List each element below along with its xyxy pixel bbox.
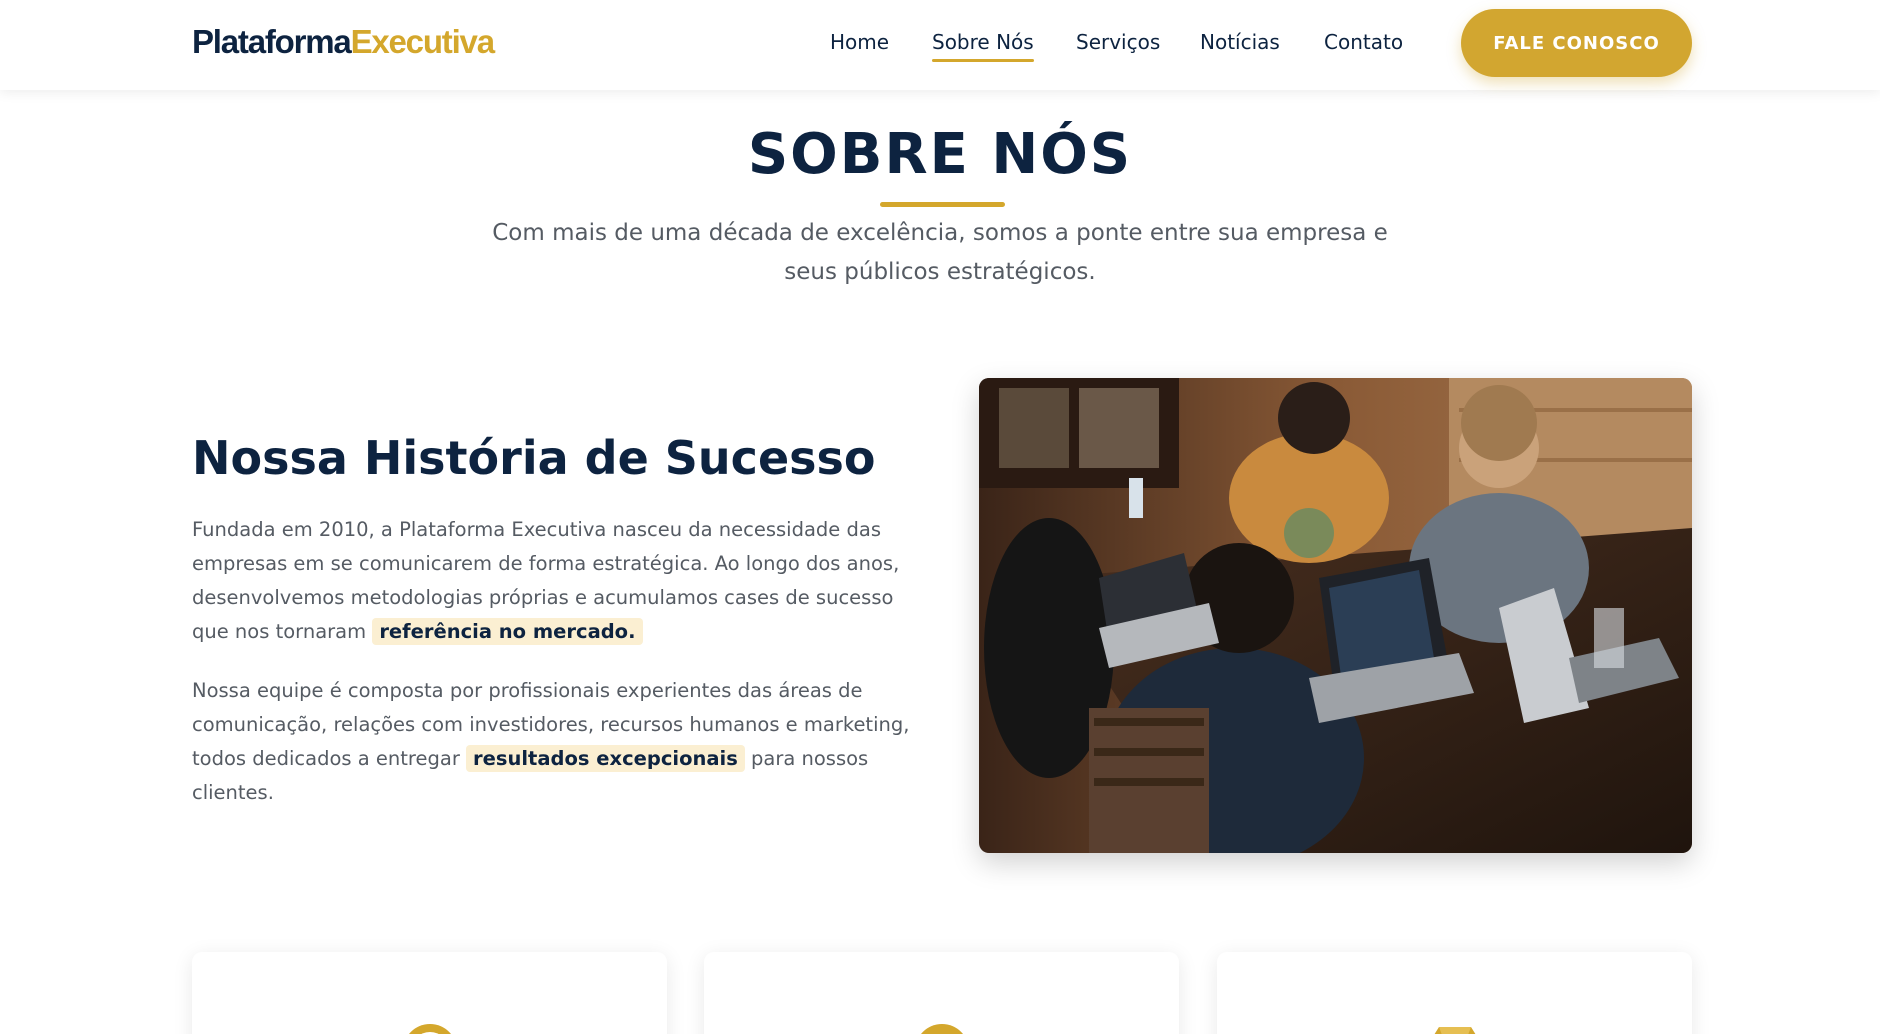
section-title: SOBRE NÓS <box>747 122 1133 187</box>
nav-servicos[interactable]: Serviços <box>1076 28 1160 56</box>
feature-card-1 <box>192 952 667 1034</box>
nav-sobre-nos[interactable]: Sobre Nós <box>932 28 1034 62</box>
highlight-referencia: referência no mercado. <box>372 618 643 645</box>
target-icon <box>409 1024 451 1034</box>
nav-home[interactable]: Home <box>830 28 889 56</box>
fale-conosco-button[interactable]: FALE CONOSCO <box>1461 9 1692 77</box>
section-subtitle: Com mais de uma década de excelência, so… <box>492 220 1388 285</box>
team-photo-illustration <box>979 378 1692 853</box>
gem-icon <box>1434 1027 1476 1034</box>
nav-contato[interactable]: Contato <box>1324 28 1403 56</box>
site-header: PlataformaExecutiva Home Sobre Nós Servi… <box>0 0 1880 90</box>
logo-part-2: Executiva <box>350 23 495 60</box>
nav-noticias[interactable]: Notícias <box>1200 28 1280 56</box>
team-photo <box>979 378 1692 853</box>
story-title: Nossa História de Sucesso <box>192 431 876 485</box>
story-paragraph-2: Nossa equipe é composta por profissionai… <box>192 674 912 810</box>
logo-part-1: Plataforma <box>192 23 352 60</box>
eye-icon <box>921 1024 963 1034</box>
title-underline <box>880 202 1005 207</box>
story-paragraph-1: Fundada em 2010, a Plataforma Executiva … <box>192 513 912 649</box>
site-logo[interactable]: PlataformaExecutiva <box>192 22 495 62</box>
highlight-resultados: resultados excepcionais <box>466 745 745 772</box>
feature-card-2 <box>704 952 1179 1034</box>
feature-card-3 <box>1217 952 1692 1034</box>
